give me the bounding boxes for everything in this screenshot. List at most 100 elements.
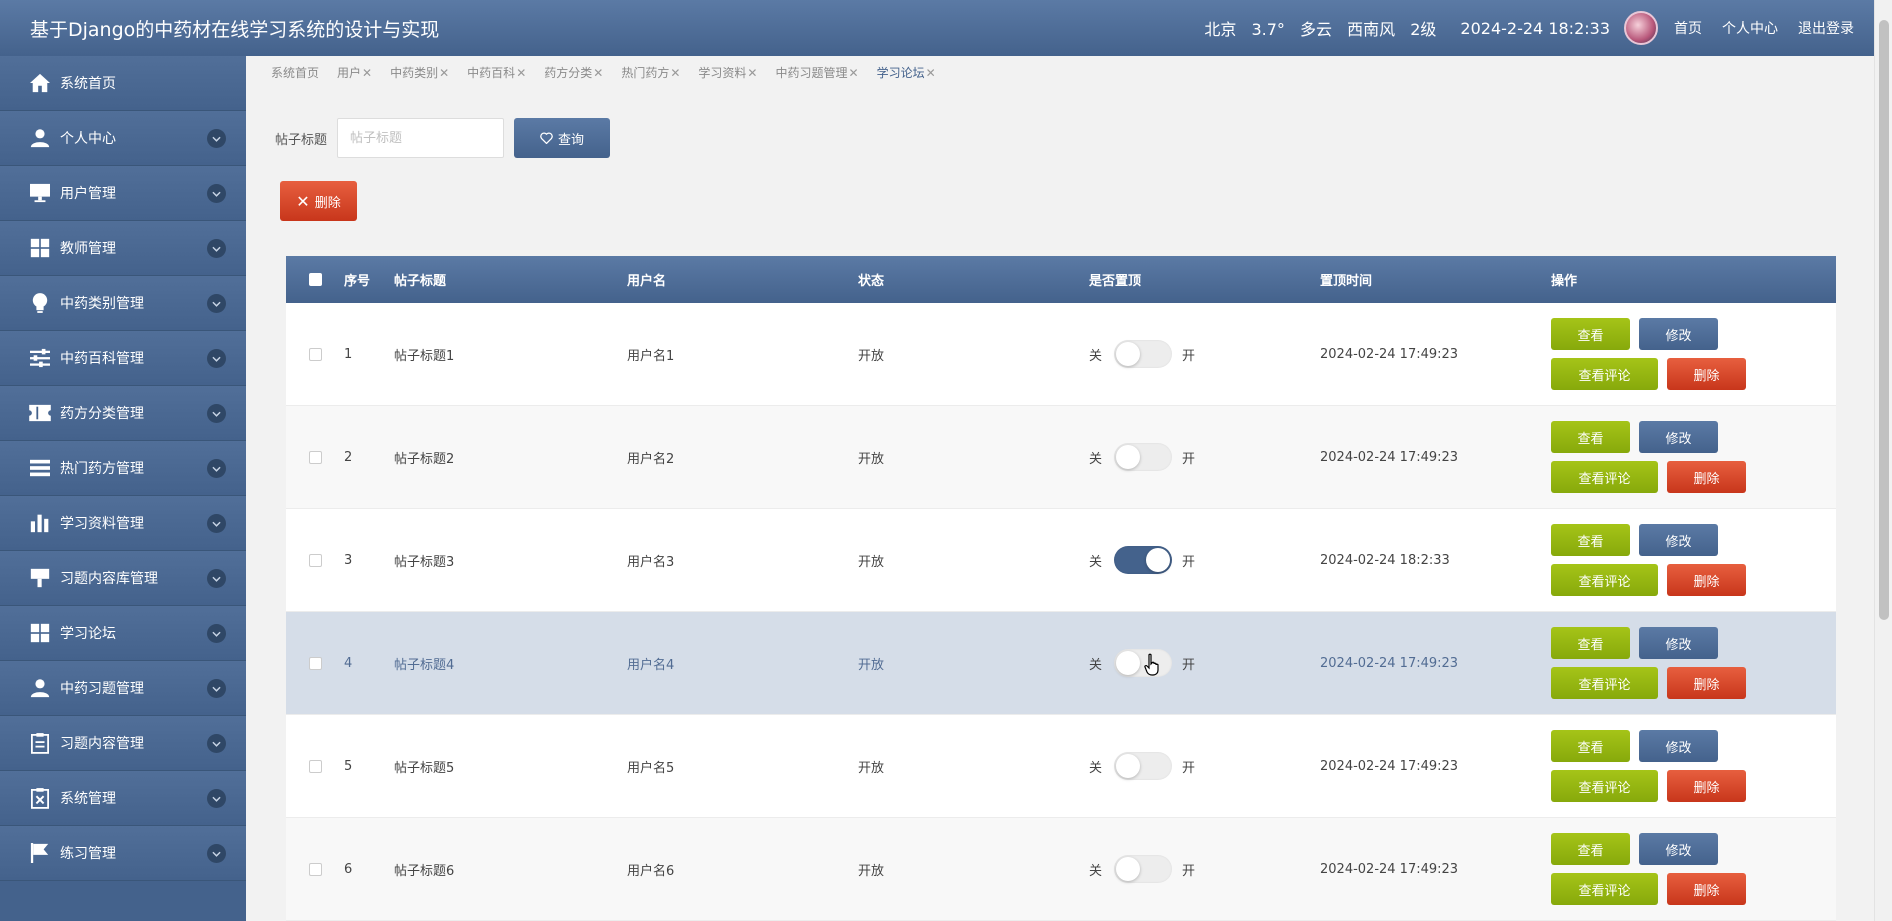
sidebar-expand-toggle[interactable] — [207, 734, 226, 753]
sidebar-item-12[interactable]: 习题内容管理 — [0, 716, 246, 771]
view-comments-button[interactable]: 查看评论 — [1551, 770, 1658, 802]
home-link[interactable]: 首页 — [1674, 18, 1702, 38]
tab-1[interactable]: 用户✕ — [337, 64, 372, 81]
pin-toggle[interactable] — [1114, 649, 1173, 677]
view-comments-button[interactable]: 查看评论 — [1551, 564, 1658, 596]
view-button[interactable]: 查看 — [1551, 421, 1630, 453]
pin-toggle[interactable] — [1114, 443, 1173, 471]
sidebar-item-9[interactable]: 习题内容库管理 — [0, 551, 246, 606]
view-button[interactable]: 查看 — [1551, 524, 1630, 556]
sidebar-item-14[interactable]: 练习管理 — [0, 826, 246, 881]
sidebar-item-7[interactable]: 热门药方管理 — [0, 441, 246, 496]
view-button[interactable]: 查看 — [1551, 730, 1630, 762]
row-checkbox[interactable] — [308, 862, 322, 876]
sidebar-item-label: 系统管理 — [60, 791, 116, 807]
close-icon[interactable]: ✕ — [747, 66, 757, 80]
sidebar-expand-toggle[interactable] — [207, 679, 226, 698]
delete-button[interactable]: 删除 — [1667, 667, 1746, 699]
delete-button[interactable]: 删除 — [1667, 564, 1746, 596]
sidebar-item-1[interactable]: 个人中心 — [0, 111, 246, 166]
row-checkbox[interactable] — [308, 553, 322, 567]
view-comments-button[interactable]: 查看评论 — [1551, 873, 1658, 905]
close-icon[interactable]: ✕ — [670, 66, 680, 80]
pin-toggle[interactable] — [1114, 340, 1173, 368]
view-button[interactable]: 查看 — [1551, 627, 1630, 659]
search-input[interactable] — [337, 118, 505, 158]
profile-link[interactable]: 个人中心 — [1722, 18, 1778, 38]
tab-0[interactable]: 系统首页 — [271, 64, 319, 81]
logout-link[interactable]: 退出登录 — [1798, 18, 1854, 38]
page-scrollbar[interactable] — [1874, 0, 1892, 921]
tab-8[interactable]: 学习论坛✕ — [877, 64, 936, 81]
tab-3[interactable]: 中药百科✕ — [467, 64, 526, 81]
edit-button[interactable]: 修改 — [1639, 421, 1718, 453]
tab-2[interactable]: 中药类别✕ — [390, 64, 449, 81]
row-checkbox[interactable] — [308, 347, 322, 361]
ticket-icon — [28, 401, 52, 425]
sidebar-expand-toggle[interactable] — [207, 404, 226, 423]
sidebar-item-8[interactable]: 学习资料管理 — [0, 496, 246, 551]
tab-4[interactable]: 药方分类✕ — [544, 64, 603, 81]
sidebar-item-6[interactable]: 药方分类管理 — [0, 386, 246, 441]
sidebar-expand-toggle[interactable] — [207, 349, 226, 368]
sidebar-expand-toggle[interactable] — [207, 239, 226, 258]
avatar[interactable] — [1624, 11, 1658, 45]
close-icon[interactable]: ✕ — [362, 66, 372, 80]
edit-button[interactable]: 修改 — [1639, 318, 1718, 350]
sidebar-item-10[interactable]: 学习论坛 — [0, 606, 246, 661]
switch-on-label: 开 — [1182, 451, 1196, 467]
sidebar-expand-toggle[interactable] — [207, 294, 226, 313]
sidebar-expand-toggle[interactable] — [207, 844, 226, 863]
sidebar-expand-toggle[interactable] — [207, 514, 226, 533]
delete-button[interactable]: 删除 — [1667, 358, 1746, 390]
sidebar-item-5[interactable]: 中药百科管理 — [0, 331, 246, 386]
close-icon[interactable]: ✕ — [516, 66, 526, 80]
row-pin-time: 2024-02-24 18:2:33 — [1320, 552, 1450, 568]
sidebar-expand-toggle[interactable] — [207, 789, 226, 808]
pin-toggle[interactable] — [1114, 855, 1173, 883]
sidebar-expand-toggle[interactable] — [207, 624, 226, 643]
view-button[interactable]: 查看 — [1551, 833, 1630, 865]
batch-delete-button[interactable]: ✕ 删除 — [280, 181, 357, 221]
row-status: 开放 — [858, 451, 885, 467]
close-icon[interactable]: ✕ — [926, 66, 936, 80]
select-all-checkbox[interactable] — [308, 273, 322, 286]
sidebar-item-0[interactable]: 系统首页 — [0, 56, 246, 111]
view-button[interactable]: 查看 — [1551, 318, 1630, 350]
close-icon[interactable]: ✕ — [593, 66, 603, 80]
sidebar-expand-toggle[interactable] — [207, 569, 226, 588]
delete-button[interactable]: 删除 — [1667, 873, 1746, 905]
view-comments-button[interactable]: 查看评论 — [1551, 461, 1658, 493]
row-checkbox[interactable] — [308, 759, 322, 773]
sidebar-expand-toggle[interactable] — [207, 459, 226, 478]
edit-button[interactable]: 修改 — [1639, 730, 1718, 762]
sidebar-item-label: 习题内容库管理 — [60, 571, 158, 587]
edit-button[interactable]: 修改 — [1639, 524, 1718, 556]
close-icon[interactable]: ✕ — [849, 66, 859, 80]
row-checkbox[interactable] — [308, 656, 322, 670]
sidebar-item-4[interactable]: 中药类别管理 — [0, 276, 246, 331]
row-index: 4 — [344, 655, 353, 671]
view-comments-button[interactable]: 查看评论 — [1551, 358, 1658, 390]
row-checkbox[interactable] — [308, 450, 322, 464]
sidebar-expand-toggle[interactable] — [207, 184, 226, 203]
sidebar-expand-toggle[interactable] — [207, 129, 226, 148]
scrollbar-thumb[interactable] — [1879, 20, 1889, 620]
delete-button[interactable]: 删除 — [1667, 770, 1746, 802]
sidebar-item-11[interactable]: 中药习题管理 — [0, 661, 246, 716]
sidebar-item-13[interactable]: 系统管理 — [0, 771, 246, 826]
query-button[interactable]: 查询 — [514, 118, 611, 158]
tab-7[interactable]: 中药习题管理✕ — [775, 64, 858, 81]
sidebar-item-3[interactable]: 教师管理 — [0, 221, 246, 276]
tab-6[interactable]: 学习资料✕ — [698, 64, 757, 81]
file-x-icon — [28, 786, 52, 810]
view-comments-button[interactable]: 查看评论 — [1551, 667, 1658, 699]
delete-button[interactable]: 删除 — [1667, 461, 1746, 493]
edit-button[interactable]: 修改 — [1639, 833, 1718, 865]
tab-5[interactable]: 热门药方✕ — [621, 64, 680, 81]
close-icon[interactable]: ✕ — [439, 66, 449, 80]
edit-button[interactable]: 修改 — [1639, 627, 1718, 659]
sidebar-item-2[interactable]: 用户管理 — [0, 166, 246, 221]
pin-toggle[interactable] — [1114, 752, 1173, 780]
pin-toggle[interactable] — [1114, 546, 1173, 574]
